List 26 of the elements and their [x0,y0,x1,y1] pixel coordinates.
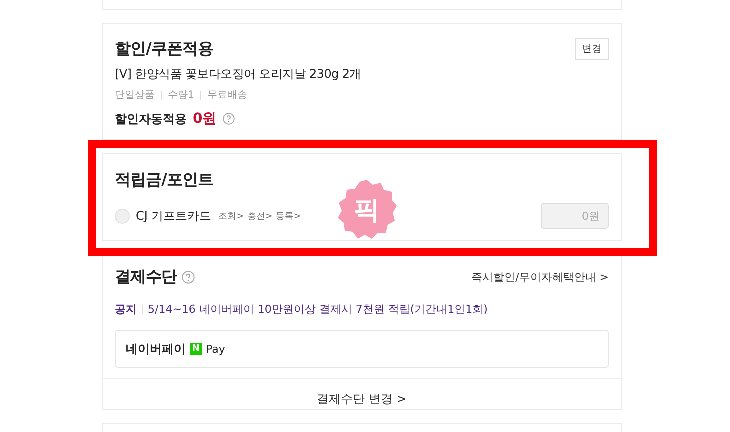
payment-method-option[interactable]: 네이버페이 N Pay [115,330,609,368]
change-payment-link[interactable]: 결제수단 변경 > [103,391,621,408]
notice-label: 공지 [115,302,137,317]
method-name: 네이버페이 [126,340,186,358]
text-link[interactable]: 충전> [247,210,273,222]
section-title: 적립금/포인트 [115,170,214,191]
pay-logo-text: Pay [206,342,226,356]
section-title: 결제수단 [115,267,177,288]
sticker-badge: 픽 [336,179,398,241]
change-button[interactable]: 변경 [575,38,609,60]
text-link[interactable]: 조회> [218,210,244,222]
product-meta: 무료배송 [207,89,248,102]
auto-discount-label: 할인자동적용 [115,110,187,128]
help-icon[interactable] [222,113,235,125]
product-meta: 수량1 [168,89,194,102]
option-label: CJ 기프트카드 [136,208,212,224]
notice-text: 5/14~16 네이버페이 10만원이상 결제시 7천원 적립(기간내1인1회) [148,302,488,317]
product-name: [V] 한양식품 꽃보다오징어 오리지날 230g 2개 [115,66,362,83]
product-meta: 단일상품 [115,89,155,102]
help-icon[interactable] [182,271,195,284]
text-link[interactable]: 등록> [276,210,302,222]
radio-button[interactable] [115,208,130,224]
benefit-link[interactable]: 즉시할인/무이자혜택안내 > [472,270,609,285]
section-title: 할인/쿠폰적용 [115,38,214,60]
pay-logo-badge: N [190,343,202,355]
discount-amount: 0원 [193,110,217,128]
